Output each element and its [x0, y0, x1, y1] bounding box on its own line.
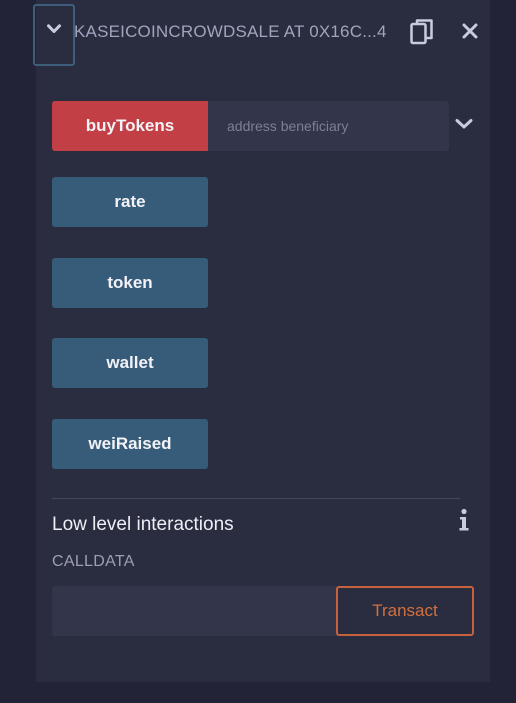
chevron-down-icon[interactable]: [455, 117, 473, 131]
chevron-down-icon: [47, 24, 61, 33]
buy-tokens-button[interactable]: buyTokens: [52, 101, 208, 151]
copy-icon[interactable]: [410, 18, 434, 46]
transact-button[interactable]: Transact: [336, 586, 474, 636]
calldata-input[interactable]: [52, 586, 338, 636]
right-gutter: [490, 0, 516, 703]
buy-tokens-row: buyTokens: [52, 101, 449, 151]
collapse-toggle[interactable]: [33, 4, 75, 66]
calldata-label: CALLDATA: [52, 553, 135, 570]
close-icon[interactable]: [461, 22, 479, 40]
left-gutter: [0, 0, 36, 703]
wallet-button[interactable]: wallet: [52, 338, 208, 388]
divider: [52, 498, 460, 499]
low-level-interactions-title: Low level interactions: [52, 514, 234, 535]
instance-title: KASEICOINCROWDSALE AT 0X16C...45: [74, 22, 386, 41]
beneficiary-input[interactable]: [208, 101, 449, 151]
rate-button[interactable]: rate: [52, 177, 208, 227]
wei-raised-button[interactable]: weiRaised: [52, 419, 208, 469]
info-icon[interactable]: [457, 508, 471, 532]
token-button[interactable]: token: [52, 258, 208, 308]
